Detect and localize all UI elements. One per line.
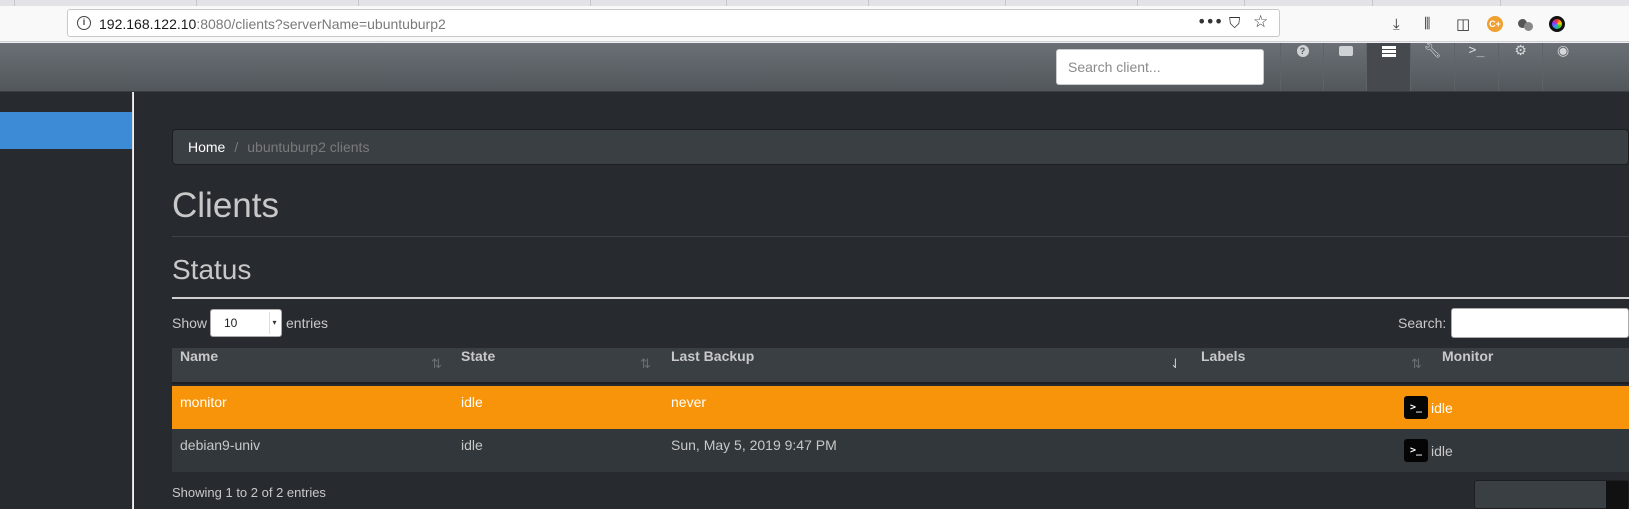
table-row[interactable]: debian9-univ idle Sun, May 5, 2019 9:47 … (172, 429, 1629, 472)
entries-label: entries (286, 315, 329, 331)
sort-icon: ⇅ (640, 357, 651, 372)
divider (172, 236, 1629, 237)
breadcrumb-separator: / (234, 139, 239, 155)
servers-button[interactable] (1323, 43, 1367, 91)
search-client-input[interactable] (1056, 49, 1264, 85)
section-title: Status (172, 254, 252, 285)
page-actions-icon[interactable]: ••• (1197, 12, 1223, 31)
settings-icon: ⚙ (1514, 43, 1527, 59)
browser-toolbar: i 192.168.122.10:8080/clients?serverName… (0, 6, 1629, 42)
app-navbar: ? 🔧︎ >_ ⚙ ◉ (0, 43, 1629, 92)
library-icon[interactable]: ⫼ (1424, 16, 1430, 32)
extension-color-icon[interactable] (1549, 16, 1565, 32)
sort-desc-icon: ⇃ (1170, 357, 1181, 372)
column-header-name[interactable]: Name ⇅ (172, 348, 453, 384)
sidebar (0, 92, 133, 509)
console-button[interactable]: >_ (1454, 43, 1498, 91)
extension-dots-icon[interactable] (1518, 16, 1534, 32)
bookmark-star-icon[interactable]: ☆ (1253, 12, 1268, 32)
breadcrumb-home-link[interactable]: Home (188, 139, 225, 155)
terminal-icon[interactable]: >_ (1404, 439, 1428, 462)
cell-last-backup: Sun, May 5, 2019 9:47 PM (671, 437, 837, 453)
clients-list-icon (1381, 45, 1396, 58)
address-bar[interactable]: i 192.168.122.10:8080/clients?serverName… (67, 9, 1280, 37)
sidebar-toggle-icon[interactable]: ◫ (1456, 16, 1470, 32)
cell-state: idle (461, 394, 483, 410)
sort-icon: ⇅ (1411, 357, 1422, 372)
table-search-input[interactable] (1451, 308, 1629, 338)
column-header-labels[interactable]: Labels ⇅ (1193, 348, 1434, 384)
cell-monitor: >_ idle (1404, 439, 1453, 463)
table-header: Name ⇅ State ⇅ Last Backup ⇃ Labels ⇅ Monito… (172, 348, 1629, 384)
chevron-down-icon: ▾ (269, 312, 279, 334)
entries-select-value: 10 (224, 316, 238, 330)
terminal-icon: >_ (1468, 43, 1485, 58)
server-icon (1338, 46, 1353, 56)
table-search-label: Search: (1398, 315, 1447, 331)
sidebar-active-item[interactable] (0, 112, 132, 149)
pagination[interactable] (1474, 480, 1629, 509)
terminal-icon[interactable]: >_ (1404, 396, 1428, 419)
downloads-icon[interactable]: ⤓ (1393, 16, 1400, 32)
user-icon: ◉ (1557, 43, 1570, 59)
sort-icon: ⇅ (431, 357, 442, 372)
cell-state: idle (461, 437, 483, 453)
main-content: Home / ubuntuburp2 clients Clients Status … (134, 92, 1629, 509)
show-label: Show (172, 315, 208, 331)
pagination-next-button[interactable] (1606, 481, 1628, 509)
page-title: Clients (172, 186, 279, 225)
column-header-monitor: Monitor (1442, 348, 1494, 364)
column-header-last-backup[interactable]: Last Backup ⇃ (663, 348, 1193, 384)
help-button[interactable]: ? (1280, 43, 1324, 91)
breadcrumb: Home / ubuntuburp2 clients (172, 129, 1629, 165)
tools-button[interactable]: 🔧︎ (1410, 43, 1454, 91)
cell-name[interactable]: monitor (180, 394, 227, 410)
settings-button[interactable]: ⚙ (1498, 43, 1542, 91)
breadcrumb-current: ubuntuburp2 clients (247, 139, 370, 155)
table-row[interactable]: monitor idle never >_ idle (172, 386, 1629, 429)
user-button[interactable]: ◉ (1542, 43, 1586, 91)
url-text[interactable]: 192.168.122.10:8080/clients?serverName=u… (99, 16, 446, 32)
help-icon: ? (1296, 45, 1309, 57)
entries-select[interactable]: 10 ▾ (210, 309, 282, 337)
site-info-icon[interactable]: i (77, 16, 91, 30)
clients-button[interactable] (1366, 43, 1410, 91)
table-info: Showing 1 to 2 of 2 entries (172, 485, 326, 500)
cell-name[interactable]: debian9-univ (180, 437, 260, 453)
pocket-icon[interactable]: ⛉ (1229, 14, 1240, 32)
column-header-state[interactable]: State ⇅ (453, 348, 663, 384)
cell-last-backup: never (671, 394, 707, 410)
extension-c-icon[interactable]: C+ (1487, 16, 1503, 32)
wrench-icon: 🔧︎ (1423, 43, 1442, 59)
divider (172, 297, 1629, 299)
cell-monitor: >_ idle (1404, 396, 1453, 420)
